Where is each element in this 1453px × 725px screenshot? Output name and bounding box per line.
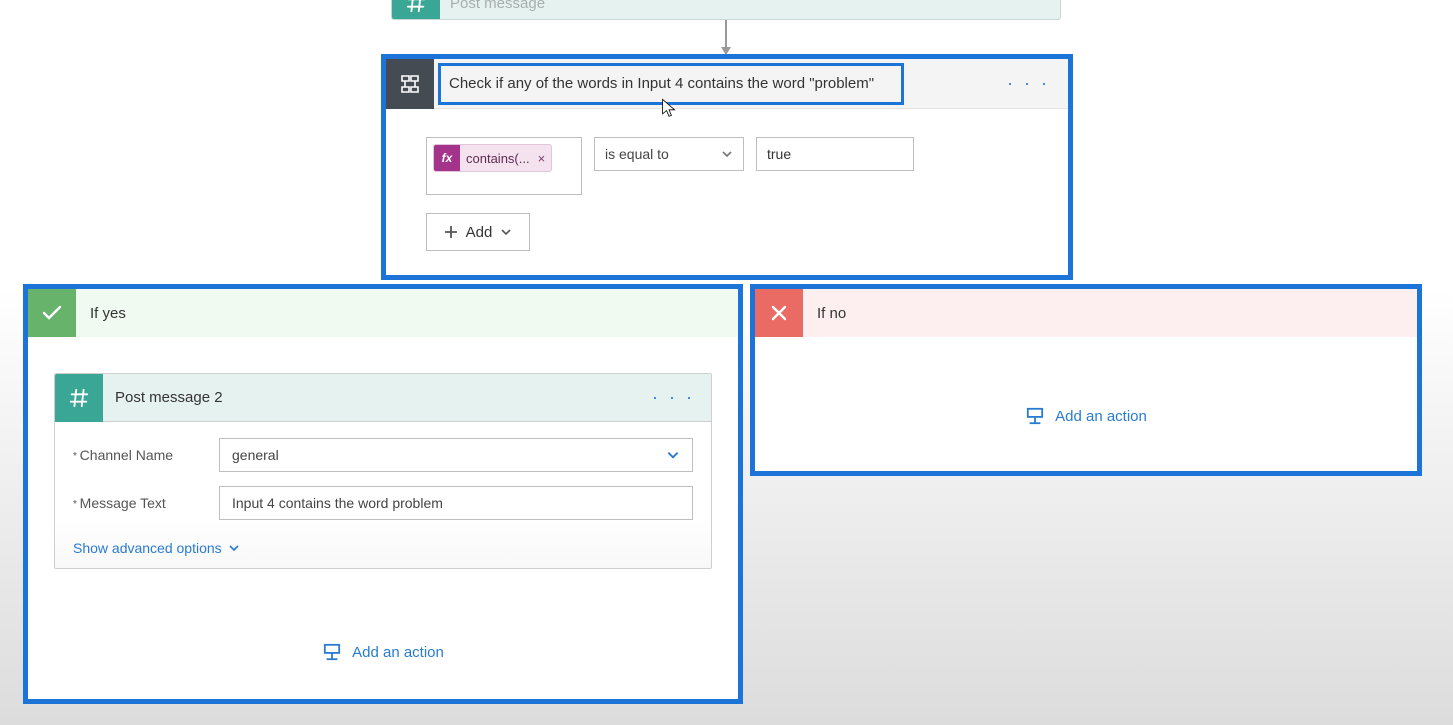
if-no-title: If no bbox=[817, 305, 846, 322]
post-message-2-header[interactable]: Post message 2 · · · bbox=[55, 374, 711, 422]
slack-icon bbox=[392, 0, 440, 20]
condition-title-input[interactable]: Check if any of the words in Input 4 con… bbox=[438, 63, 904, 105]
advanced-label: Show advanced options bbox=[73, 540, 222, 556]
message-text-label: Message Text bbox=[73, 495, 219, 511]
channel-name-label: Channel Name bbox=[73, 447, 219, 463]
add-action-yes[interactable]: Add an action bbox=[28, 643, 738, 661]
remove-expression-icon[interactable]: × bbox=[538, 151, 546, 166]
close-icon bbox=[755, 289, 803, 337]
condition-value-text: true bbox=[767, 146, 791, 162]
condition-header[interactable]: Check if any of the words in Input 4 con… bbox=[386, 59, 1068, 109]
chevron-down-icon bbox=[666, 448, 680, 462]
operator-text: is equal to bbox=[605, 146, 669, 162]
condition-icon bbox=[386, 59, 434, 109]
add-label: Add bbox=[466, 224, 493, 241]
check-icon bbox=[28, 289, 76, 337]
condition-left-operand[interactable]: fx contains(... × bbox=[426, 137, 582, 195]
chevron-down-icon bbox=[228, 542, 240, 554]
message-text-value: Input 4 contains the word problem bbox=[232, 495, 443, 511]
add-action-no-label: Add an action bbox=[1055, 408, 1147, 425]
condition-menu-button[interactable]: · · · bbox=[1007, 73, 1050, 94]
fx-icon: fx bbox=[434, 145, 460, 171]
chevron-down-icon bbox=[500, 226, 512, 238]
connector-arrow bbox=[725, 20, 727, 54]
condition-title-text: Check if any of the words in Input 4 con… bbox=[449, 75, 874, 92]
add-condition-button[interactable]: Add bbox=[426, 213, 530, 251]
if-yes-branch: If yes Post message 2 · · · Channel Name… bbox=[23, 284, 743, 704]
add-action-icon bbox=[1025, 407, 1045, 425]
add-action-no[interactable]: Add an action bbox=[755, 407, 1417, 425]
action-menu-button[interactable]: · · · bbox=[652, 387, 695, 408]
chevron-down-icon bbox=[721, 148, 733, 160]
condition-value-input[interactable]: true bbox=[756, 137, 914, 171]
if-no-branch: If no Add an action bbox=[750, 284, 1422, 476]
action-title: Post message 2 bbox=[115, 389, 223, 406]
if-yes-title: If yes bbox=[90, 305, 126, 322]
expression-pill[interactable]: fx contains(... × bbox=[433, 144, 552, 172]
expression-text: contains(... bbox=[466, 151, 530, 166]
channel-name-value: general bbox=[232, 447, 279, 463]
channel-name-select[interactable]: general bbox=[219, 438, 693, 472]
plus-icon bbox=[444, 225, 458, 239]
if-yes-header: If yes bbox=[28, 289, 738, 337]
show-advanced-options[interactable]: Show advanced options bbox=[73, 540, 240, 556]
prev-action-card[interactable]: Post message bbox=[391, 0, 1061, 20]
slack-icon bbox=[55, 374, 103, 422]
post-message-2-card: Post message 2 · · · Channel Name genera… bbox=[54, 373, 712, 569]
condition-operator-select[interactable]: is equal to bbox=[594, 137, 744, 171]
add-action-yes-label: Add an action bbox=[352, 644, 444, 661]
add-action-icon bbox=[322, 643, 342, 661]
if-no-header: If no bbox=[755, 289, 1417, 337]
prev-action-title: Post message bbox=[450, 0, 545, 12]
message-text-input[interactable]: Input 4 contains the word problem bbox=[219, 486, 693, 520]
condition-card: Check if any of the words in Input 4 con… bbox=[381, 54, 1073, 280]
